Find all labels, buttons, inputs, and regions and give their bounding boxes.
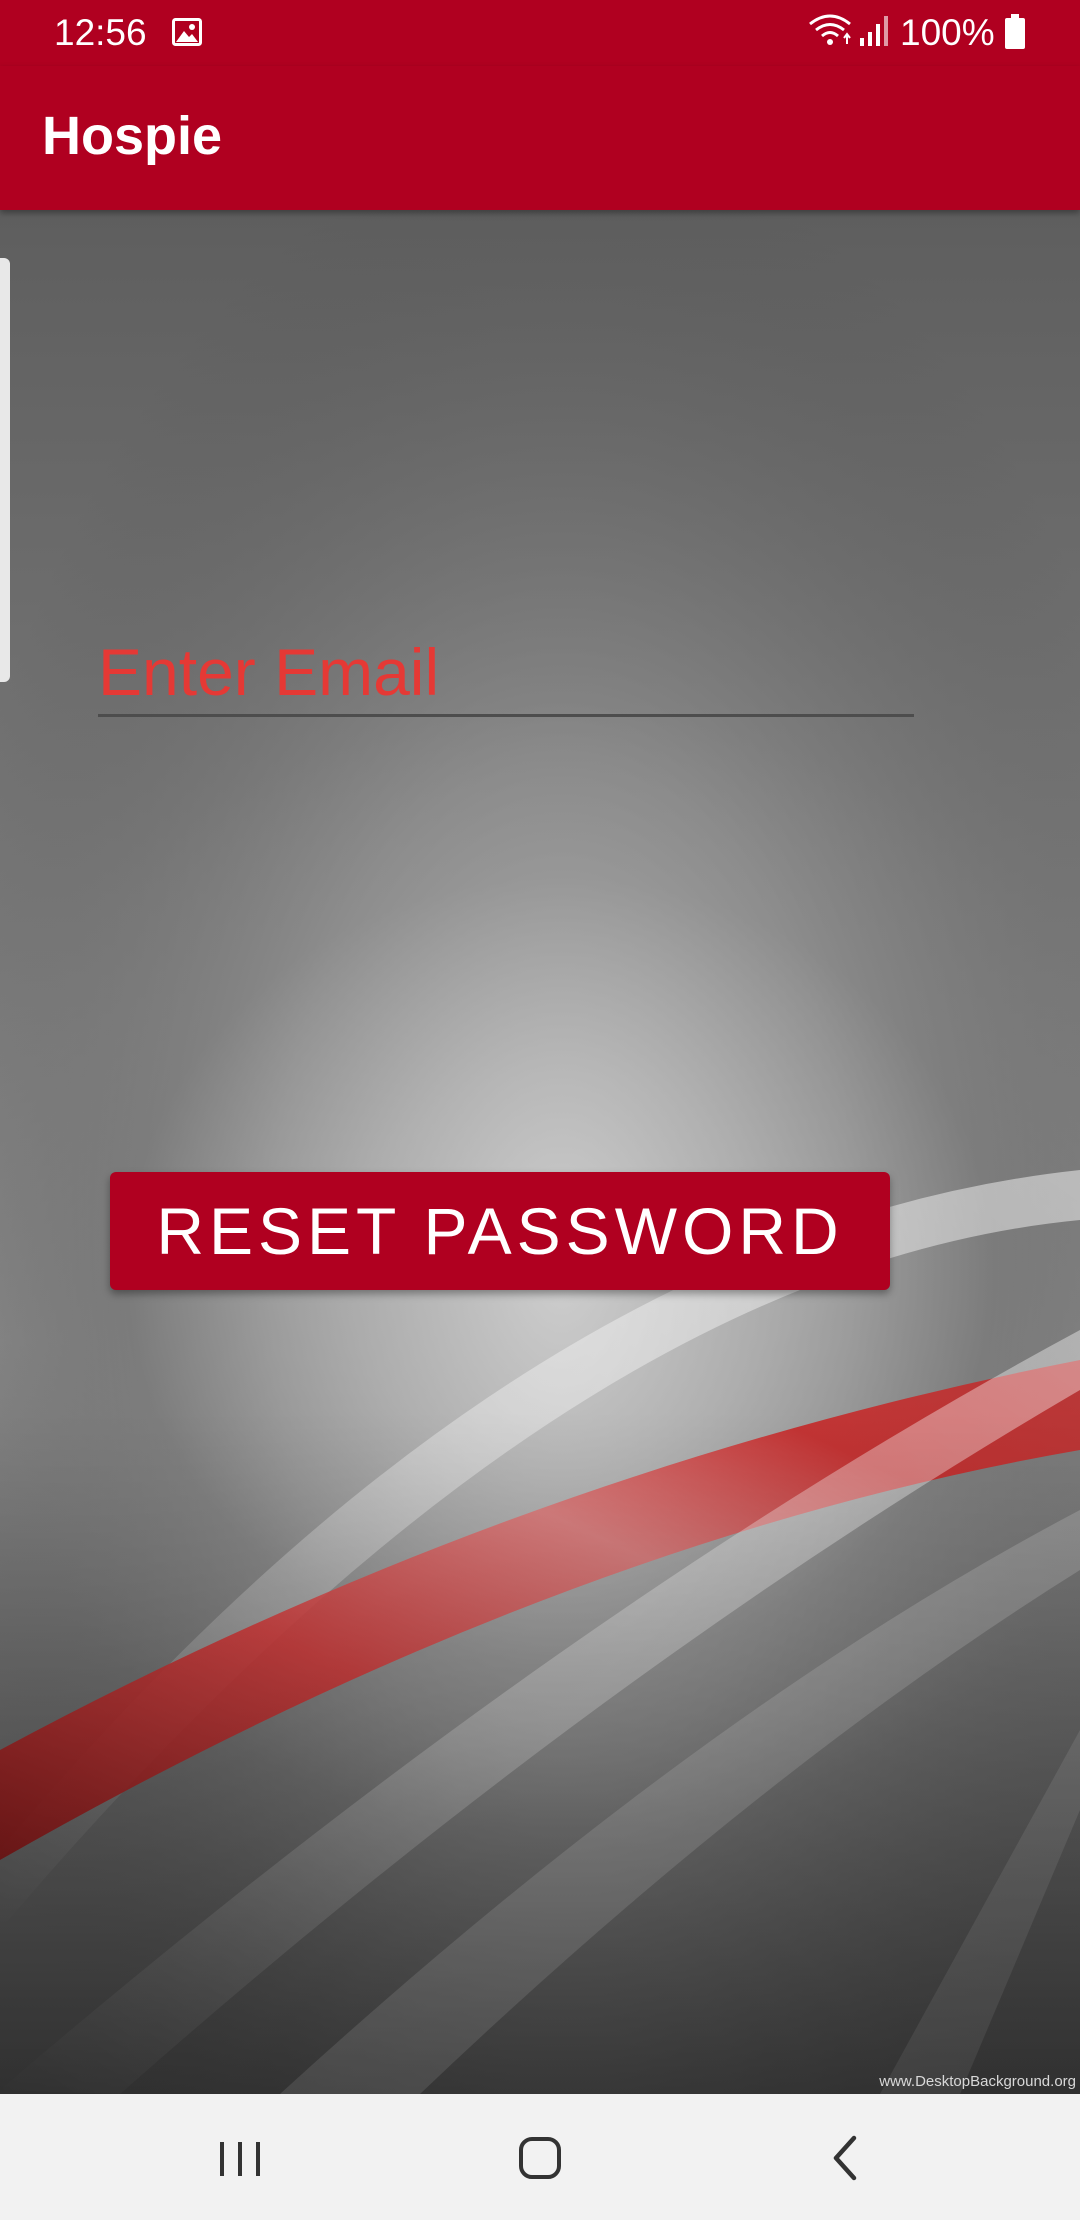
status-time: 12:56	[54, 12, 147, 53]
battery-percentage: 100%	[900, 12, 995, 53]
watermark: www.DesktopBackground.org	[879, 2073, 1076, 2090]
reset-password-screen: 12:56 100% Hospie Enter Email RESET PASS…	[0, 0, 1080, 2220]
home-icon[interactable]	[504, 2130, 576, 2186]
signal-icon	[860, 16, 888, 46]
email-input[interactable]	[98, 630, 914, 717]
battery-icon	[1005, 14, 1025, 49]
wifi-icon	[809, 14, 851, 45]
scroll-handle[interactable]	[0, 258, 10, 682]
recents-icon[interactable]	[204, 2130, 276, 2186]
app-title: Hospie	[42, 106, 223, 166]
reset-password-button[interactable]: RESET PASSWORD	[110, 1172, 890, 1290]
navigation-bar	[0, 2094, 1080, 2220]
gallery-icon	[172, 18, 202, 46]
status-bar: 12:56 100%	[0, 0, 1080, 66]
back-icon[interactable]	[808, 2130, 880, 2186]
app-bar: Hospie	[0, 66, 1080, 210]
content-area: RESET PASSWORD www.DesktopBackground.org	[0, 210, 1080, 2094]
background-image	[0, 210, 1080, 2094]
